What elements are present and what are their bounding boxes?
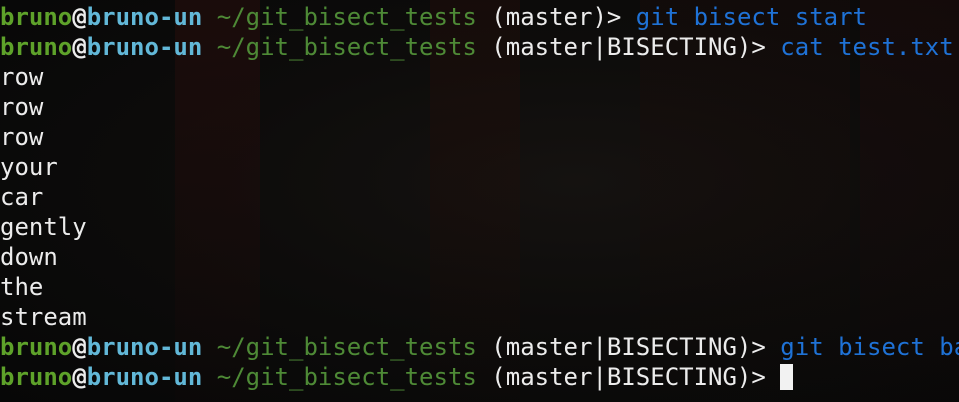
command-text: git bisect bad	[780, 333, 959, 361]
text-cursor[interactable]	[780, 364, 794, 390]
prompt-user: bruno	[0, 33, 73, 61]
output-line: your	[0, 153, 58, 181]
prompt-at: @	[72, 3, 87, 31]
prompt-path: ~/git_bisect_tests	[216, 333, 477, 361]
prompt-user: bruno	[0, 3, 73, 31]
prompt-branch: (master|BISECTING)>	[491, 333, 766, 361]
prompt-at: @	[72, 333, 87, 361]
terminal-window[interactable]: bruno@bruno-un ~/git_bisect_tests (maste…	[0, 0, 959, 402]
prompt-host: bruno-un	[86, 3, 203, 31]
prompt-host: bruno-un	[86, 33, 203, 61]
prompt-branch: (master|BISECTING)>	[491, 363, 766, 391]
prompt-line: bruno@bruno-un ~/git_bisect_tests (maste…	[0, 332, 959, 362]
prompt-path: ~/git_bisect_tests	[216, 33, 477, 61]
terminal-output: bruno@bruno-un ~/git_bisect_tests (maste…	[0, 2, 959, 392]
prompt-at: @	[72, 363, 87, 391]
prompt-line: bruno@bruno-un ~/git_bisect_tests (maste…	[0, 32, 959, 62]
prompt-host: bruno-un	[86, 363, 203, 391]
output-line: the	[0, 273, 44, 301]
output-line: gently	[0, 213, 87, 241]
prompt-at: @	[72, 33, 87, 61]
output-line: row	[0, 123, 44, 151]
output-line: car	[0, 183, 44, 211]
command-text: cat test.txt	[780, 33, 954, 61]
prompt-path: ~/git_bisect_tests	[216, 3, 477, 31]
current-prompt-line[interactable]: bruno@bruno-un ~/git_bisect_tests (maste…	[0, 362, 959, 392]
output-line: row	[0, 63, 44, 91]
prompt-branch: (master|BISECTING)>	[491, 33, 766, 61]
prompt-host: bruno-un	[86, 333, 203, 361]
prompt-path: ~/git_bisect_tests	[216, 363, 477, 391]
prompt-user: bruno	[0, 363, 73, 391]
output-line: stream	[0, 303, 87, 331]
prompt-branch: (master)>	[491, 3, 622, 31]
output-line: row	[0, 93, 44, 121]
prompt-line: bruno@bruno-un ~/git_bisect_tests (maste…	[0, 2, 959, 32]
prompt-user: bruno	[0, 333, 73, 361]
command-text: git bisect start	[635, 3, 867, 31]
output-line: down	[0, 243, 58, 271]
